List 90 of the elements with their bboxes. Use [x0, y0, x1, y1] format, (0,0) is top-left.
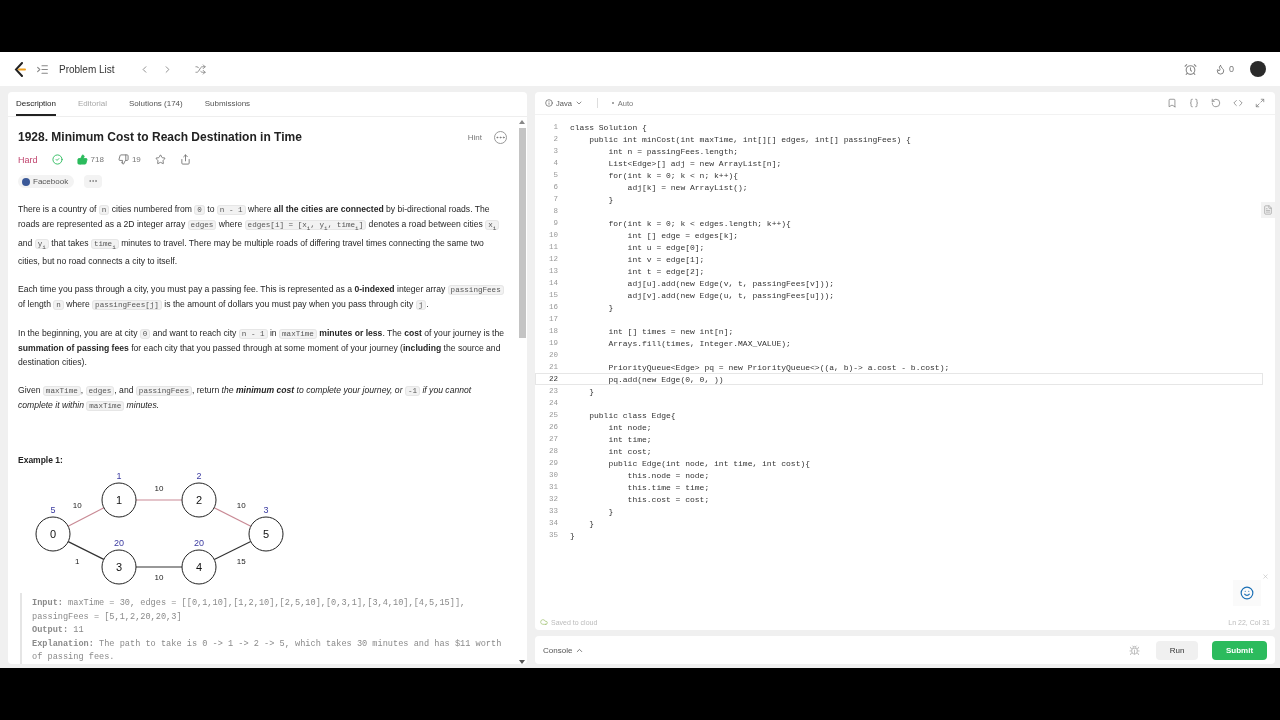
code-text: adj[k] = new ArrayList();	[626, 182, 748, 192]
avatar[interactable]	[1250, 61, 1266, 77]
like-button[interactable]: 718	[76, 154, 104, 165]
code-text: this.node = node;	[626, 470, 710, 480]
bug-icon[interactable]	[1129, 644, 1140, 656]
bookmark-icon[interactable]	[1167, 98, 1177, 108]
code-text: }	[607, 194, 614, 204]
problem-list-link[interactable]: Problem List	[59, 63, 115, 75]
chevron-down-icon	[574, 99, 583, 107]
graph-node: 0	[35, 516, 71, 552]
scroll-up-icon[interactable]	[519, 120, 525, 124]
code-text: public class Edge{	[588, 410, 676, 420]
hint-button[interactable]: Hint	[467, 132, 482, 142]
graph-node: 4	[181, 549, 217, 585]
fee-label: 20	[194, 538, 204, 549]
code-text: Arrays.fill(times, Integer.MAX_VALUE);	[607, 338, 791, 348]
example-title: Example 1:	[18, 455, 64, 466]
code-text: }	[588, 518, 594, 528]
braces-icon[interactable]	[1189, 98, 1199, 108]
example-line: Explanation: The path to take is 0 -> 1 -> 2 -> 5, which takes 30 minutes and has $11 worth of passing fees.	[32, 637, 503, 664]
document-icon[interactable]	[1261, 202, 1275, 218]
code-text: pq.add(new Edge(0, 0, ))	[607, 374, 724, 384]
dislike-button[interactable]: 19	[117, 154, 141, 165]
code-text: public int minCost(int maxTime, int[][] edges, int[] passingFees) {	[588, 134, 911, 144]
code-text: int [] times = new int[n];	[607, 326, 734, 336]
problem-title: 1928. Minimum Cost to Reach Destination in Time	[18, 130, 303, 144]
graph-node: 3	[101, 549, 137, 585]
graph-node: 5	[248, 516, 284, 552]
example-line: Input: maxTime = 30, edges = [[0,1,10],[1,2,10],[2,5,10],[0,3,1],[3,4,10],[4,5,15]], passingFees = [5,1,2,20,20,3]	[32, 597, 467, 624]
star-icon[interactable]	[154, 154, 166, 165]
flame-icon	[1215, 63, 1226, 75]
cloud-icon	[540, 618, 548, 626]
code-text: int [] edge = edges[k];	[626, 230, 739, 240]
code-text: for(int k = 0; k < n; k++){	[607, 170, 739, 180]
run-button[interactable]: Run	[1156, 640, 1198, 660]
code-text: }	[588, 386, 594, 396]
share-icon[interactable]	[179, 154, 191, 165]
edge-weight: 10	[72, 501, 82, 511]
code-text: int n = passingFees.length;	[607, 146, 739, 156]
feedback-button[interactable]	[1233, 580, 1261, 606]
fee-label: 2	[196, 473, 202, 482]
scroll-down-icon[interactable]	[519, 660, 525, 664]
alarm-clock-icon[interactable]	[1184, 62, 1197, 76]
reset-icon[interactable]	[1211, 98, 1221, 108]
tab[interactable]: Solutions (174)	[128, 92, 183, 116]
smile-icon	[1240, 586, 1254, 600]
code-text: int node;	[607, 422, 652, 432]
example-line: Output: 11	[32, 624, 85, 638]
fee-label: 5	[50, 505, 56, 516]
shuffle-icon[interactable]	[194, 63, 206, 75]
console-toggle[interactable]: Console	[543, 645, 585, 655]
graph-node: 1	[101, 482, 137, 518]
close-icon[interactable]	[1262, 573, 1269, 580]
fee-label: 1	[116, 473, 122, 482]
code-text: public Edge(int node, int time, int cost){	[607, 458, 811, 468]
edge-weight: 15	[236, 556, 246, 566]
code-text: adj[u].add(new Edge(v, t, passingFees[v]));	[626, 278, 835, 288]
code-text: this.time = time;	[626, 482, 710, 492]
fee-label: 20	[114, 538, 124, 549]
fee-label: 3	[263, 505, 269, 516]
code-text: List<Edge>[] adj = new ArrayList[n];	[607, 158, 782, 168]
fullscreen-icon[interactable]	[1255, 98, 1265, 108]
logo-icon[interactable]	[14, 61, 26, 77]
code-text: int v = edge[1];	[626, 254, 705, 264]
code-text: }	[607, 506, 614, 516]
code-text: adj[v].add(new Edge(u, t, passingFees[u]));	[626, 290, 835, 300]
code-text: }	[570, 530, 575, 540]
code-text: int time;	[607, 434, 652, 444]
edge-weight: 10	[154, 484, 164, 494]
tab[interactable]: Submissions	[204, 92, 251, 116]
company-tag[interactable]: Facebook	[18, 175, 75, 188]
code-text: int cost;	[607, 446, 652, 456]
edge-weight: 10	[236, 501, 246, 511]
edge-weight: 10	[154, 573, 164, 583]
code-text: int t = edge[2];	[626, 266, 705, 276]
tab[interactable]: Description	[16, 92, 56, 116]
info-icon	[545, 99, 553, 107]
code-text: class Solution {	[570, 122, 647, 132]
code-text: }	[607, 302, 614, 312]
code-text: this.cost = cost;	[626, 494, 710, 504]
difficulty-label: Hard	[18, 154, 38, 165]
code-text: int u = edge[0];	[626, 242, 705, 252]
code-text: for(int k = 0; k < edges.length; k++){	[607, 218, 791, 228]
list-icon[interactable]	[36, 62, 49, 76]
more-tags-icon[interactable]	[84, 175, 103, 188]
edge-weight: 1	[75, 556, 80, 566]
graph-node: 2	[181, 482, 217, 518]
code-icon[interactable]	[1233, 98, 1243, 108]
code-text: PriorityQueue<Edge> pq = new PriorityQueue<>((a, b)-> a.cost - b.cost);	[607, 362, 950, 372]
streak-counter[interactable]: 0	[1215, 63, 1234, 75]
